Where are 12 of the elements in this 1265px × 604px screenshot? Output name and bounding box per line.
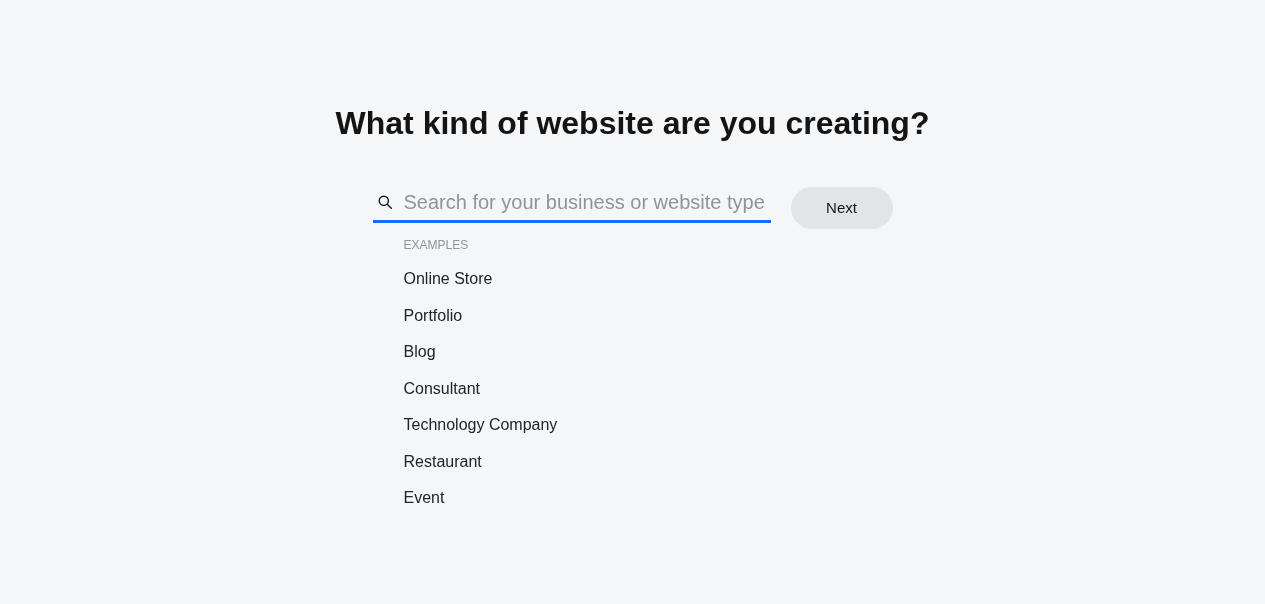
search-field[interactable]: Search for your business or website type — [372, 186, 771, 223]
page-heading: What kind of website are you creating? — [335, 104, 930, 143]
example-option[interactable]: Blog — [403, 334, 436, 371]
search-icon — [377, 194, 392, 209]
example-option[interactable]: Technology Company — [403, 407, 558, 444]
examples-heading: EXAMPLES — [403, 237, 469, 253]
example-option[interactable]: Restaurant — [403, 443, 482, 480]
example-option[interactable]: Online Store — [403, 261, 493, 298]
next-button[interactable]: Next — [790, 187, 893, 229]
example-option[interactable]: Event — [403, 480, 445, 517]
example-option[interactable]: Consultant — [403, 370, 480, 407]
example-option[interactable]: Portfolio — [403, 297, 463, 334]
